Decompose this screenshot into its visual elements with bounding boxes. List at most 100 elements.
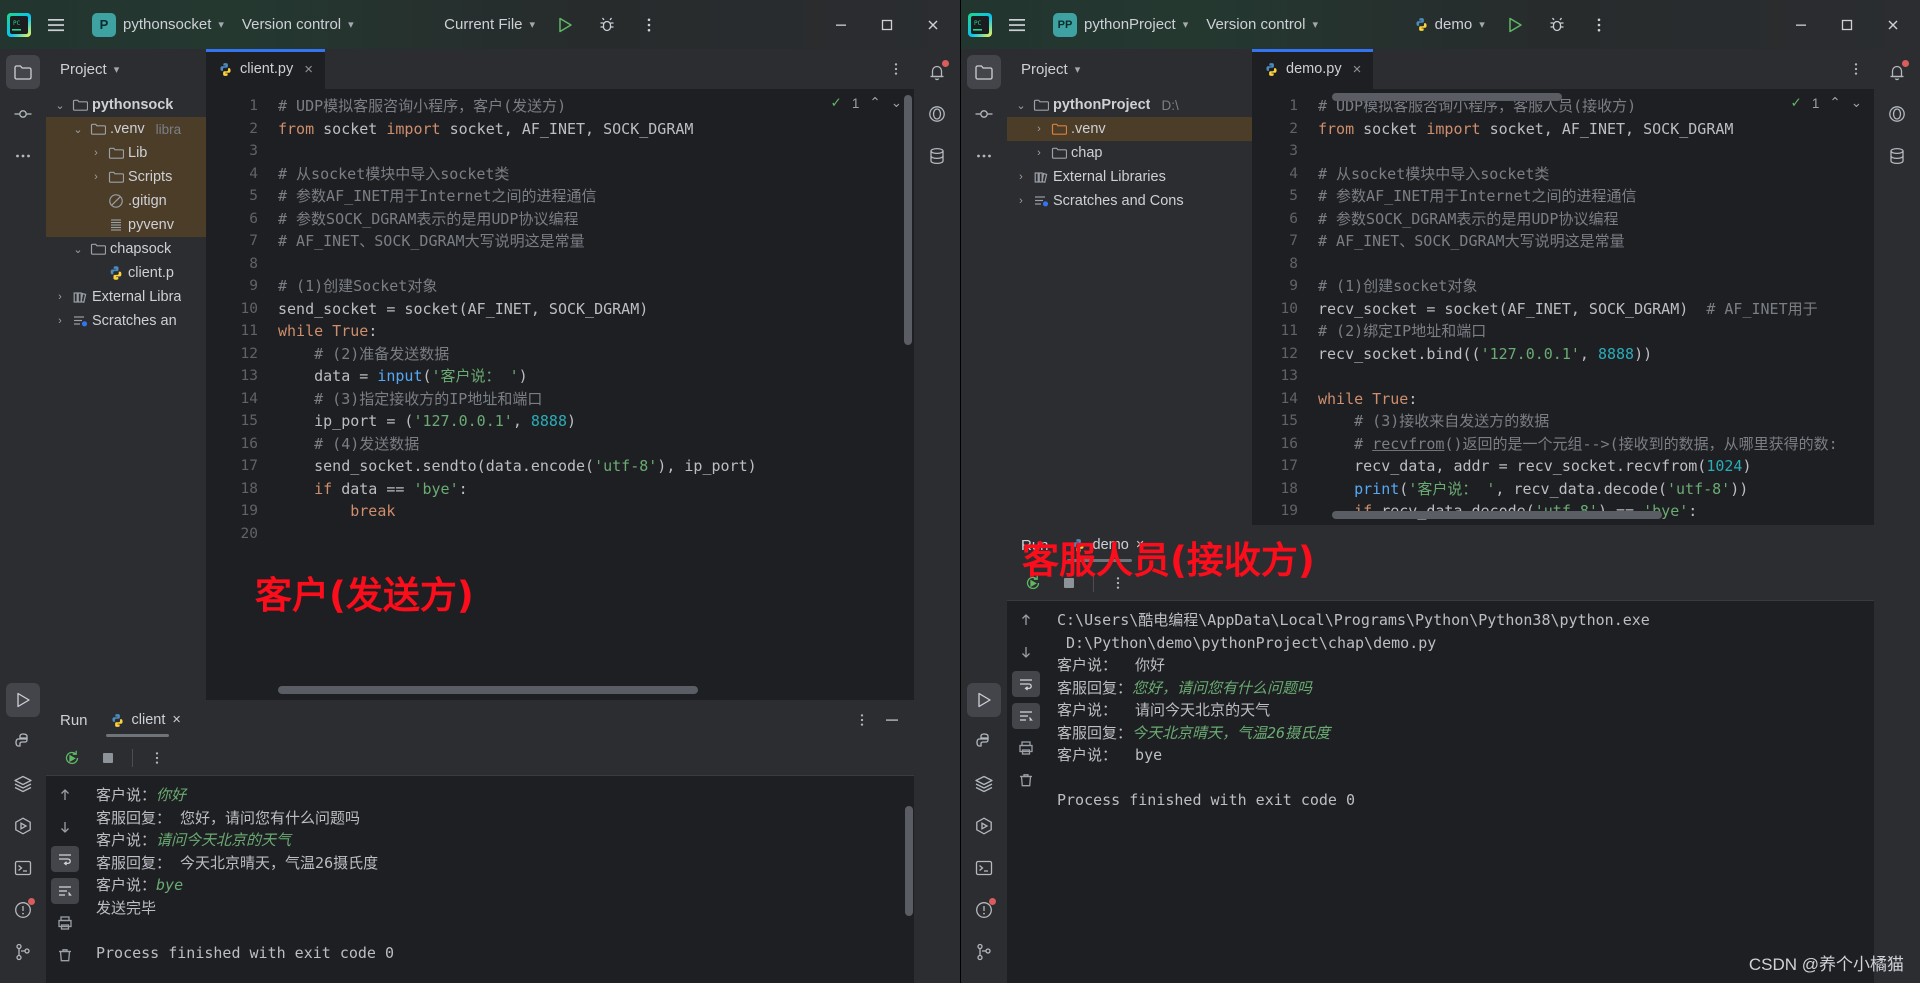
version-control-menu-right[interactable]: Version control ▾ [1198, 9, 1326, 41]
console-output-left[interactable]: 客户说：你好 客服回复： 您好，请问您有什么问题吗 客户说：请问今天北京的天气 客服回… [84, 776, 904, 983]
project-pane-header[interactable]: Project ▾ [46, 49, 206, 89]
tree-node[interactable]: ⌄ pythonsock [46, 93, 206, 117]
debug-bug-icon[interactable] [587, 5, 627, 45]
chevron-down-icon[interactable]: ⌄ [52, 99, 68, 112]
console-vertical-scrollbar-left[interactable] [905, 806, 913, 916]
run-play-icon[interactable] [545, 5, 585, 45]
chevron-right-icon[interactable]: › [52, 291, 68, 303]
tree-node[interactable]: › External Libraries [1007, 165, 1252, 189]
tree-node[interactable]: client.p [46, 261, 206, 285]
chevron-right-icon[interactable]: › [1031, 123, 1047, 135]
rerun-icon[interactable] [60, 746, 84, 770]
editor-horizontal-scrollbar-right-bottom[interactable] [1332, 511, 1662, 519]
minimize-icon[interactable] [884, 712, 900, 728]
close-icon[interactable] [1870, 3, 1916, 47]
notifications-icon[interactable] [1880, 55, 1914, 89]
scroll-up-icon[interactable] [1012, 607, 1040, 633]
close-icon[interactable]: × [1353, 61, 1362, 78]
commit-icon[interactable] [967, 97, 1001, 131]
problems-icon[interactable] [6, 893, 40, 927]
tree-node[interactable]: › External Libra [46, 285, 206, 309]
inspection-widget-left[interactable]: ✓ 1 ⌃ ⌄ [831, 95, 902, 111]
ai-assistant-icon[interactable] [920, 97, 954, 131]
scroll-up-icon[interactable] [51, 782, 79, 808]
editor-vertical-scrollbar-left[interactable] [904, 95, 912, 345]
code-area-right[interactable]: 1 2 3 4 5 6 7 8 9 10 11 12 13 14 15 16 17 18 19 # UDP模拟客服咨… [1252, 89, 1874, 525]
tree-node[interactable]: ⌄ .venv libra [46, 117, 206, 141]
run-tool-icon[interactable] [967, 683, 1001, 717]
more-vertical-icon[interactable] [145, 746, 169, 770]
problems-icon[interactable] [967, 893, 1001, 927]
maximize-icon[interactable] [864, 3, 910, 47]
chevron-right-icon[interactable]: › [88, 171, 104, 183]
tree-node[interactable]: › Scratches and Cons [1007, 189, 1252, 213]
services-icon[interactable] [6, 767, 40, 801]
chevron-up-icon[interactable]: ⌃ [1829, 95, 1840, 111]
chevron-down-icon[interactable]: ⌄ [70, 243, 86, 256]
editor-horizontal-scrollbar-right[interactable] [1332, 93, 1562, 101]
tree-node[interactable]: › chap [1007, 141, 1252, 165]
chevron-right-icon[interactable]: › [1013, 171, 1029, 183]
maximize-icon[interactable] [1824, 3, 1870, 47]
editor-horizontal-scrollbar-left[interactable] [278, 686, 698, 694]
chevron-right-icon[interactable]: › [88, 147, 104, 159]
project-folder-icon[interactable] [6, 55, 40, 89]
trash-icon[interactable] [1012, 767, 1040, 793]
more-vertical-icon[interactable] [1848, 61, 1864, 77]
minimize-icon[interactable] [818, 3, 864, 47]
tree-node[interactable]: › Scratches an [46, 309, 206, 333]
chevron-down-icon[interactable]: ⌄ [1851, 95, 1862, 111]
more-horizontal-icon[interactable] [967, 139, 1001, 173]
chevron-right-icon[interactable]: › [1031, 147, 1047, 159]
chevron-down-icon[interactable]: ⌄ [891, 95, 902, 111]
trash-icon[interactable] [51, 942, 79, 968]
database-icon[interactable] [920, 139, 954, 173]
scroll-to-end-icon[interactable] [1012, 703, 1040, 729]
tree-node[interactable]: ⌄ pythonProject D:\ [1007, 93, 1252, 117]
chevron-up-icon[interactable]: ⌃ [869, 95, 880, 111]
editor-tab-client-py[interactable]: client.py × [206, 49, 325, 89]
chevron-right-icon[interactable]: › [52, 315, 68, 327]
terminal-icon[interactable] [967, 851, 1001, 885]
hamburger-menu-icon[interactable] [997, 5, 1037, 45]
chevron-down-icon[interactable]: ⌄ [1013, 99, 1029, 112]
run-configuration-selector-right[interactable]: demo ▾ [1406, 9, 1493, 41]
run-configuration-selector-left[interactable]: Current File ▾ [436, 9, 543, 41]
print-icon[interactable] [1012, 735, 1040, 761]
tree-node[interactable]: › Scripts [46, 165, 206, 189]
tree-node[interactable]: ⌄ chapsock [46, 237, 206, 261]
project-folder-icon[interactable] [967, 55, 1001, 89]
project-tree-left[interactable]: ⌄ pythonsock ⌄ .venv libra › Lib › Scripts .gitig… [46, 89, 206, 700]
python-console-icon[interactable] [967, 725, 1001, 759]
tree-node[interactable]: › .venv [1007, 117, 1252, 141]
chevron-right-icon[interactable]: › [1013, 195, 1029, 207]
python-console-icon[interactable] [6, 725, 40, 759]
terminal-icon[interactable] [6, 851, 40, 885]
version-control-icon[interactable] [6, 935, 40, 969]
ai-assistant-icon[interactable] [1880, 97, 1914, 131]
more-vertical-icon[interactable] [629, 5, 669, 45]
version-control-icon[interactable] [967, 935, 1001, 969]
chevron-down-icon[interactable]: ⌄ [70, 123, 86, 136]
commit-icon[interactable] [6, 97, 40, 131]
scroll-down-icon[interactable] [51, 814, 79, 840]
debug-bug-icon[interactable] [1537, 5, 1577, 45]
minimize-icon[interactable] [1778, 3, 1824, 47]
project-selector-right[interactable]: PP pythonProject ▾ [1045, 9, 1196, 41]
soft-wrap-icon[interactable] [1012, 671, 1040, 697]
debug-tool-icon[interactable] [6, 809, 40, 843]
more-horizontal-icon[interactable] [6, 139, 40, 173]
run-play-icon[interactable] [1495, 5, 1535, 45]
debug-tool-icon[interactable] [967, 809, 1001, 843]
hamburger-menu-icon[interactable] [36, 5, 76, 45]
version-control-menu-left[interactable]: Version control ▾ [234, 9, 362, 41]
more-vertical-icon[interactable] [854, 712, 870, 728]
tree-node[interactable]: .gitign [46, 189, 206, 213]
stop-icon[interactable] [96, 746, 120, 770]
close-icon[interactable]: × [304, 61, 313, 78]
print-icon[interactable] [51, 910, 79, 936]
more-vertical-icon[interactable] [1579, 5, 1619, 45]
soft-wrap-icon[interactable] [51, 846, 79, 872]
project-selector-left[interactable]: P pythonsocket ▾ [84, 9, 232, 41]
scroll-to-end-icon[interactable] [51, 878, 79, 904]
